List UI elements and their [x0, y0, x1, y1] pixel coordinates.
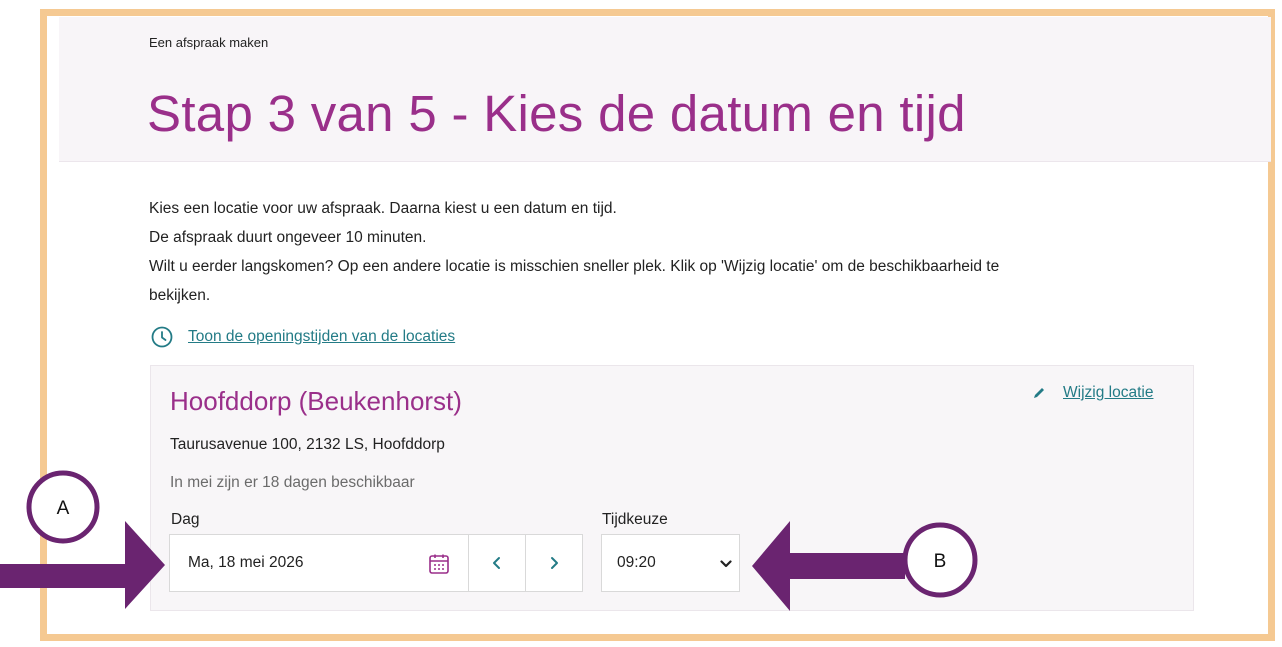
- location-address: Taurusavenue 100, 2132 LS, Hoofddorp: [170, 436, 445, 453]
- opening-hours-link[interactable]: Toon de openingstijden van de locaties: [151, 325, 455, 349]
- intro-text-line-2: De afspraak duurt ongeveer 10 minuten.: [149, 229, 427, 246]
- breadcrumb: Een afspraak maken: [149, 35, 269, 50]
- pencil-icon: [1034, 388, 1044, 398]
- chevron-left-icon: [493, 557, 500, 569]
- intro-text-line-3: Wilt u eerder langskomen? Op een andere …: [149, 258, 1000, 275]
- previous-day-button[interactable]: [468, 534, 526, 592]
- page-title: Stap 3 van 5 - Kies de datum en tijd: [147, 85, 966, 142]
- opening-hours-link-label[interactable]: Toon de openingstijden van de locaties: [188, 328, 455, 346]
- day-label: Dag: [171, 511, 200, 528]
- calendar-icon[interactable]: [428, 553, 450, 575]
- clock-icon: [151, 326, 173, 348]
- chevron-down-icon: [720, 560, 732, 568]
- date-value: Ma, 18 mei 2026: [188, 554, 304, 571]
- chevron-right-icon: [551, 557, 558, 569]
- time-value: 09:20: [617, 554, 656, 571]
- intro-text-line-1: Kies een locatie voor uw afspraak. Daarn…: [149, 200, 617, 217]
- time-select[interactable]: 09:20: [601, 534, 740, 592]
- date-input[interactable]: Ma, 18 mei 2026: [169, 534, 469, 592]
- time-label: Tijdkeuze: [602, 511, 668, 528]
- availability-text: In mei zijn er 18 dagen beschikbaar: [170, 474, 415, 491]
- change-location-link[interactable]: Wijzig locatie: [1032, 384, 1153, 402]
- change-location-label[interactable]: Wijzig locatie: [1063, 384, 1153, 402]
- intro-text-line-4: bekijken.: [149, 287, 211, 304]
- next-day-button[interactable]: [525, 534, 583, 592]
- location-name: Hoofddorp (Beukenhorst): [170, 386, 462, 416]
